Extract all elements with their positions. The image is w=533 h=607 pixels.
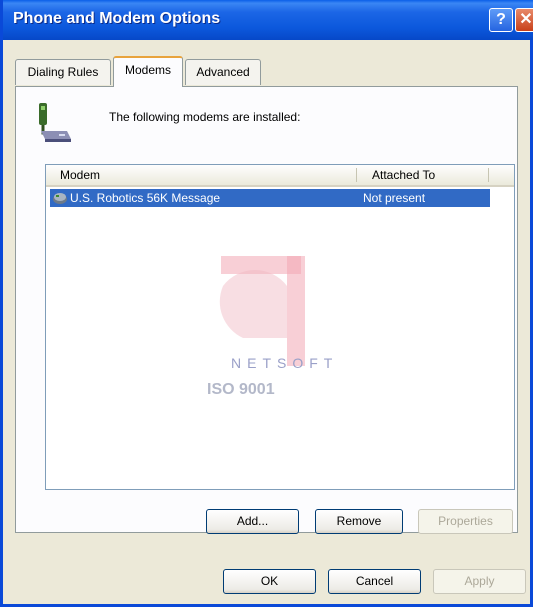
window-title: Phone and Modem Options	[13, 10, 221, 27]
tab-modems[interactable]: Modems	[113, 56, 183, 87]
modem-list[interactable]: Modem Attached To U.S. Robotics 56K Mess…	[45, 164, 515, 490]
modem-name: U.S. Robotics 56K Message	[70, 191, 221, 205]
list-header: Modem Attached To	[46, 165, 514, 187]
column-divider[interactable]	[488, 168, 489, 182]
close-button[interactable]: ✕	[515, 8, 533, 32]
properties-button[interactable]: Properties	[418, 509, 513, 534]
help-icon: ?	[496, 11, 506, 28]
list-item[interactable]: U.S. Robotics 56K Message Not present	[50, 189, 490, 207]
add-button[interactable]: Add...	[206, 509, 299, 534]
column-divider[interactable]	[356, 168, 357, 182]
cancel-button[interactable]: Cancel	[328, 569, 421, 594]
title-bar[interactable]: Phone and Modem Options ? ✕	[3, 0, 533, 40]
intro-text: The following modems are installed:	[109, 110, 301, 124]
tab-advanced[interactable]: Advanced	[185, 59, 261, 85]
apply-button[interactable]: Apply	[433, 569, 526, 594]
tab-dialing-rules[interactable]: Dialing Rules	[15, 59, 111, 85]
modem-icon	[53, 193, 67, 204]
remove-button[interactable]: Remove	[315, 509, 403, 534]
phone-modem-options-dialog: Phone and Modem Options ? ✕ Dialing Rule…	[0, 0, 533, 607]
attached-to-value: Not present	[363, 191, 426, 205]
ok-button[interactable]: OK	[223, 569, 316, 594]
close-icon: ✕	[519, 11, 533, 28]
phone-modem-icon	[39, 103, 71, 142]
column-header-attached-to[interactable]: Attached To	[358, 165, 488, 185]
column-header-modem[interactable]: Modem	[46, 165, 356, 185]
help-button[interactable]: ?	[489, 8, 513, 32]
